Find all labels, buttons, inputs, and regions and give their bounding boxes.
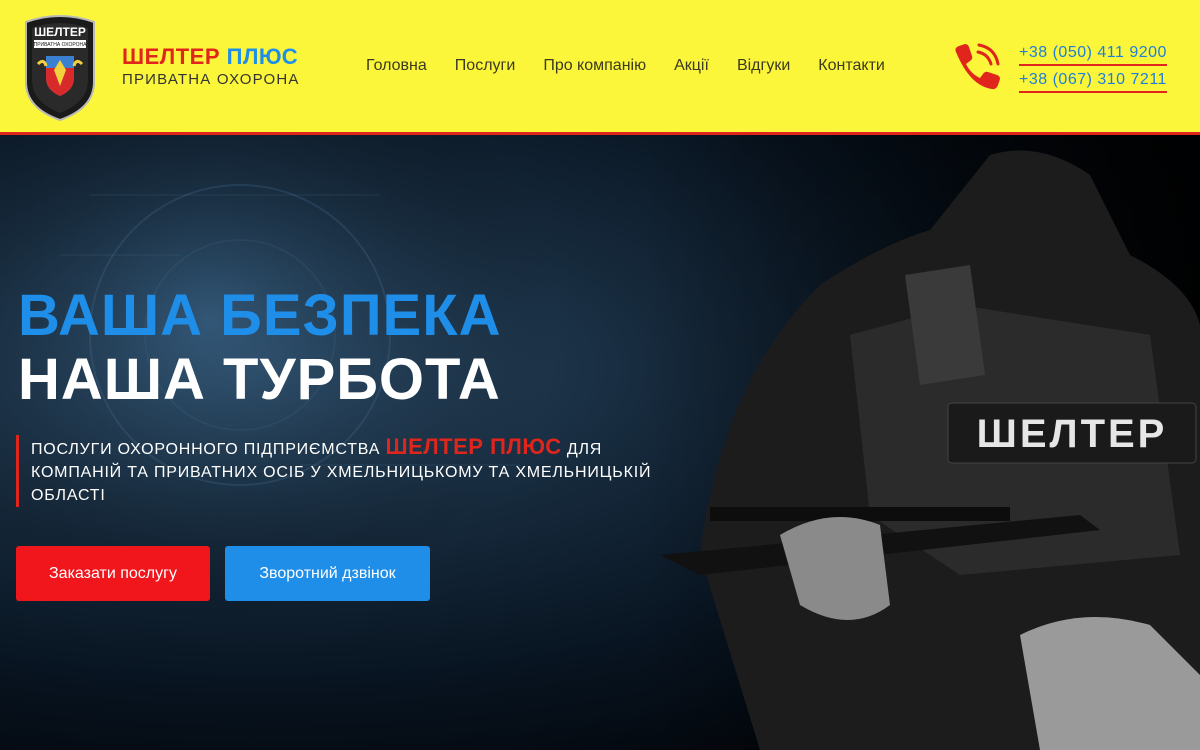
order-service-button[interactable]: Заказати послугу	[16, 546, 210, 601]
hero-description-text: ПОСЛУГИ ОХОРОННОГО ПІДПРИЄМСТВА ШЕЛТЕР П…	[31, 435, 656, 507]
callback-button[interactable]: Зворотний дзвінок	[225, 546, 430, 601]
brand-title-part2: ПЛЮС	[226, 44, 299, 69]
nav-item-services[interactable]: Послуги	[441, 57, 530, 75]
hero-section: ШЕЛТЕР ВАША БЕЗПЕКА НАША ТУРБОТА ПОСЛУГИ…	[0, 135, 1200, 750]
vest-patch-text: ШЕЛТЕР	[977, 412, 1168, 456]
hero-title-line1: ВАША БЕЗПЕКА	[18, 283, 502, 348]
brand-title: ШЕЛТЕР ПЛЮС	[122, 45, 300, 69]
main-nav: Головна Послуги Про компанію Акції Відгу…	[352, 57, 899, 75]
hero-title-line2: НАША ТУРБОТА	[18, 347, 501, 412]
nav-item-home[interactable]: Головна	[352, 57, 441, 75]
hero-desc-before: ПОСЛУГИ ОХОРОННОГО ПІДПРИЄМСТВА	[31, 441, 386, 458]
nav-item-promotions[interactable]: Акції	[660, 57, 723, 75]
hero-description: ПОСЛУГИ ОХОРОННОГО ПІДПРИЄМСТВА ШЕЛТЕР П…	[16, 435, 656, 507]
phone-link-1[interactable]: +38 (050) 411 9200	[1019, 44, 1167, 66]
brand-title-part1: ШЕЛТЕР	[122, 44, 221, 69]
phone-link-2[interactable]: +38 (067) 310 7211	[1019, 71, 1167, 93]
nav-item-about[interactable]: Про компанію	[529, 57, 660, 75]
phone-links: +38 (050) 411 9200 +38 (067) 310 7211	[1019, 44, 1167, 98]
site-header: ШЕЛТЕР ПРИВАТНА ОХОРОНА ШЕЛТЕР ПЛЮС ПРИВ…	[0, 0, 1200, 135]
phone-icon	[955, 43, 1000, 90]
logo-badge-text: ШЕЛТЕР	[34, 25, 86, 39]
hero-desc-brand: ШЕЛТЕР ПЛЮС	[385, 434, 562, 459]
brand[interactable]: ШЕЛТЕР ПЛЮС ПРИВАТНА ОХОРОНА	[122, 45, 300, 89]
logo-shield-icon[interactable]: ШЕЛТЕР ПРИВАТНА ОХОРОНА	[20, 12, 100, 122]
nav-item-reviews[interactable]: Відгуки	[723, 57, 804, 75]
brand-subtitle: ПРИВАТНА ОХОРОНА	[122, 71, 300, 88]
nav-item-contacts[interactable]: Контакти	[804, 57, 899, 75]
logo-badge-subtext: ПРИВАТНА ОХОРОНА	[34, 42, 87, 48]
